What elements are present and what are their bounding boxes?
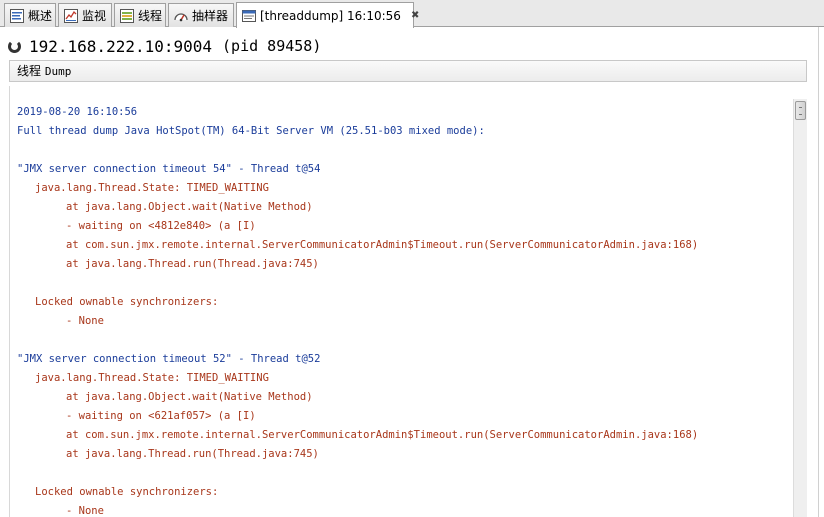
threaddump-icon (241, 8, 257, 24)
dump-line: at java.lang.Object.wait(Native Method) (66, 201, 313, 213)
overview-icon (9, 8, 25, 24)
dump-line: - waiting on <621af057> (a [I) (66, 410, 256, 422)
loading-spinner-icon (8, 39, 21, 53)
monitor-icon (63, 8, 79, 24)
dump-line: - waiting on <4812e840> (a [I) (66, 220, 256, 232)
threads-icon (119, 8, 135, 24)
thread-dump-text[interactable]: 2019-08-20 16:10:56 Full thread dump Jav… (9, 86, 794, 517)
close-icon[interactable]: ✖ (411, 10, 419, 21)
tab-sampler[interactable]: 抽样器 (168, 3, 234, 27)
dump-line: at java.lang.Thread.run(Thread.java:745) (66, 258, 319, 270)
dump-line: Locked ownable synchronizers: (35, 486, 219, 498)
sampler-icon (173, 8, 189, 24)
tab-threads-label: 线程 (138, 9, 163, 23)
tab-overview[interactable]: 概述 (4, 3, 56, 27)
dump-line: at com.sun.jmx.remote.internal.ServerCom… (66, 429, 699, 441)
dump-line: - None (66, 315, 104, 327)
section-header: 线程 Dump (9, 60, 807, 82)
dump-line: 2019-08-20 16:10:56 (17, 106, 138, 118)
tab-bar: 概述 监视 线程 抽样器 [threaddump] 16:10:56 ✖ (0, 0, 824, 28)
dump-line: at com.sun.jmx.remote.internal.ServerCom… (66, 239, 699, 251)
tab-threaddump-label: [threaddump] 16:10:56 (260, 8, 401, 23)
tab-overview-label: 概述 (28, 9, 53, 23)
dump-line: Full thread dump Java HotSpot(TM) 64-Bit… (17, 125, 485, 137)
dump-line: Locked ownable synchronizers: (35, 296, 219, 308)
tab-monitor[interactable]: 监视 (58, 3, 112, 27)
tab-threads[interactable]: 线程 (114, 3, 166, 27)
tab-sampler-label: 抽样器 (192, 9, 229, 23)
host-address: 192.168.222.10:9004 (29, 36, 213, 56)
dump-line: at java.lang.Thread.run(Thread.java:745) (66, 448, 319, 460)
pid-label: (pid 89458) (222, 37, 322, 55)
dump-line: java.lang.Thread.State: TIMED_WAITING (35, 182, 269, 194)
right-edge (818, 27, 824, 517)
tab-monitor-label: 监视 (82, 9, 107, 23)
section-title-cn: 线程 (17, 64, 42, 78)
dump-line: "JMX server connection timeout 52" - Thr… (17, 353, 321, 365)
scrollbar-thumb[interactable] (795, 101, 806, 120)
dump-line: - None (66, 505, 104, 517)
page-title: 192.168.222.10:9004 (pid 89458) (8, 35, 321, 57)
dump-line: "JMX server connection timeout 54" - Thr… (17, 163, 321, 175)
dump-line: java.lang.Thread.State: TIMED_WAITING (35, 372, 269, 384)
dump-line: at java.lang.Object.wait(Native Method) (66, 391, 313, 403)
section-title-en: Dump (44, 65, 72, 78)
vertical-scrollbar[interactable] (793, 99, 807, 517)
tab-threaddump[interactable]: [threaddump] 16:10:56 ✖ (236, 2, 419, 28)
